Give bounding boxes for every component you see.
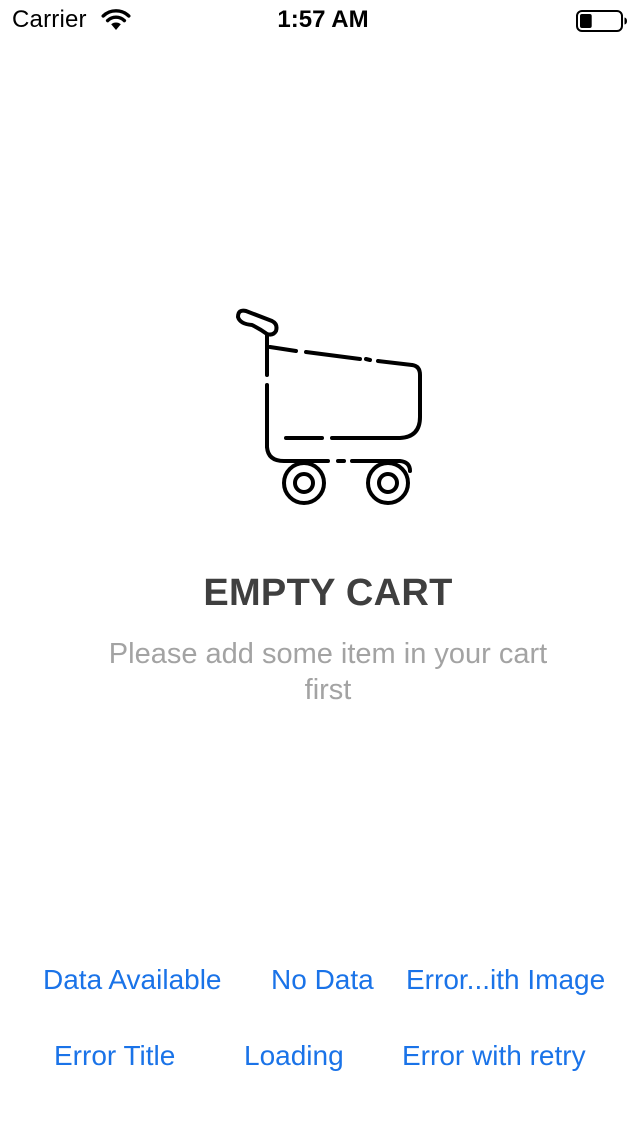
loading-button[interactable]: Loading (244, 1039, 344, 1073)
empty-state-title: EMPTY CART (203, 572, 453, 614)
error-with-retry-button[interactable]: Error with retry (402, 1039, 586, 1073)
no-data-button[interactable]: No Data (271, 963, 374, 997)
clock: 1:57 AM (277, 6, 369, 33)
shopping-cart-icon (236, 308, 422, 505)
battery-icon (576, 10, 627, 32)
error-title-button[interactable]: Error Title (54, 1039, 175, 1073)
data-available-button[interactable]: Data Available (43, 963, 222, 997)
error-with-image-button[interactable]: Error...ith Image (406, 963, 605, 997)
status-bar: Carrier 1:57 AM (0, 0, 640, 40)
empty-state-message: Please add some item in your cart first (108, 638, 548, 706)
